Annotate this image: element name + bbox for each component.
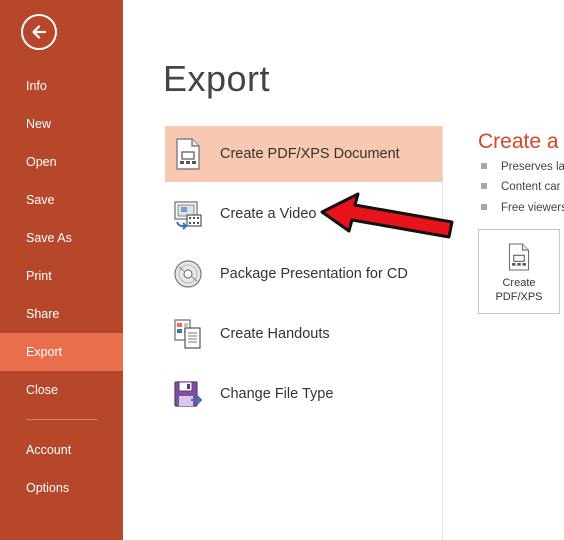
option-change-file-type[interactable]: Change File Type [165, 366, 442, 422]
sidebar-item-share[interactable]: Share [0, 295, 123, 333]
back-arrow-icon [32, 25, 47, 39]
handouts-icon [174, 319, 201, 349]
backstage-sidebar: Info New Open Save Save As Print Share E… [0, 0, 123, 540]
bullet-text: Free viewers [501, 202, 564, 214]
option-label: Package Presentation for CD [220, 266, 408, 282]
sidebar-item-info[interactable]: Info [0, 67, 123, 105]
option-label: Create Handouts [220, 326, 330, 342]
red-arrow-pointer [320, 192, 454, 239]
bullet-marker [481, 163, 487, 169]
detail-bullet: Free viewers [481, 202, 564, 214]
back-button[interactable] [21, 14, 57, 50]
bullet-text: Content car [501, 181, 561, 193]
option-label: Create a Video [220, 206, 317, 222]
option-package-for-cd[interactable]: Package Presentation for CD [165, 246, 442, 302]
sidebar-item-print[interactable]: Print [0, 257, 123, 295]
detail-bullet: Content car [481, 181, 560, 193]
cd-icon [174, 260, 202, 288]
sidebar-item-save-as[interactable]: Save As [0, 219, 123, 257]
save-file-type-icon [174, 381, 203, 407]
bullet-text: Preserves la [501, 161, 564, 173]
option-label: Create PDF/XPS Document [220, 146, 400, 162]
bullet-marker [481, 183, 487, 189]
option-label: Change File Type [220, 386, 334, 402]
video-icon [174, 201, 202, 230]
sidebar-divider [26, 419, 98, 420]
detail-bullet: Preserves la [481, 161, 564, 173]
create-pdf-xps-button[interactable]: Create PDF/XPS [478, 229, 560, 314]
pdf-document-icon [508, 243, 530, 271]
option-create-pdf-xps[interactable]: Create PDF/XPS Document [165, 126, 442, 182]
create-pdf-xps-button-label: Create PDF/XPS [479, 276, 559, 304]
bullet-marker [481, 204, 487, 210]
panel-divider [442, 126, 443, 540]
sidebar-item-open[interactable]: Open [0, 143, 123, 181]
pdf-document-icon [176, 138, 200, 170]
button-label-line: Create [502, 277, 536, 289]
sidebar-item-options[interactable]: Options [0, 469, 123, 507]
sidebar-item-save[interactable]: Save [0, 181, 123, 219]
sidebar-item-account[interactable]: Account [0, 431, 123, 469]
detail-panel-title: Create a P [478, 130, 564, 153]
sidebar-item-new[interactable]: New [0, 105, 123, 143]
page-title: Export [163, 58, 271, 99]
button-label-line: PDF/XPS [495, 291, 543, 303]
option-create-handouts[interactable]: Create Handouts [165, 306, 442, 362]
sidebar-item-close[interactable]: Close [0, 371, 123, 409]
sidebar-item-export[interactable]: Export [0, 333, 123, 371]
